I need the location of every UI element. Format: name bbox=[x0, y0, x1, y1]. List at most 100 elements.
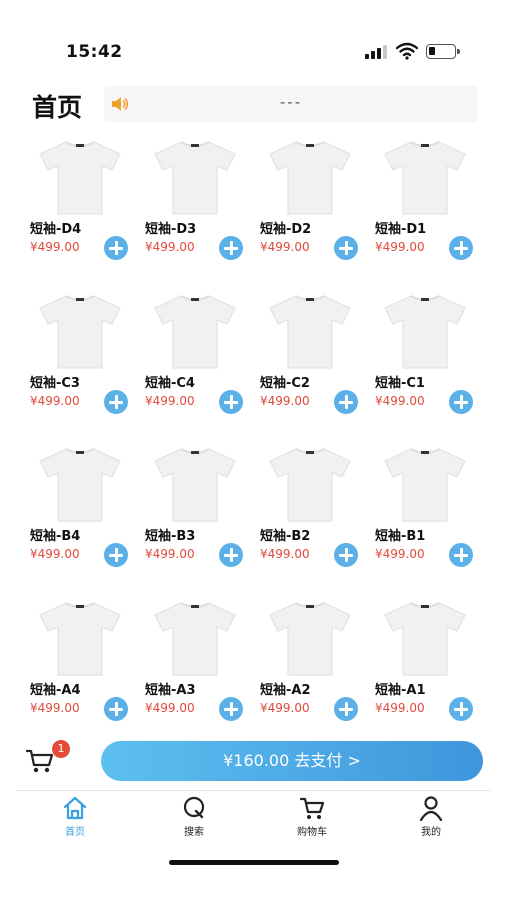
product-card[interactable]: 短袖-D2 ¥499.00 bbox=[260, 132, 375, 282]
product-price: ¥499.00 bbox=[260, 240, 310, 254]
pay-button[interactable]: ¥160.00 去支付 > bbox=[101, 741, 483, 781]
product-card[interactable]: 短袖-A4 ¥499.00 bbox=[30, 593, 145, 743]
product-card[interactable]: 短袖-C1 ¥499.00 bbox=[375, 286, 490, 436]
add-to-cart-button[interactable] bbox=[334, 236, 358, 260]
product-price: ¥499.00 bbox=[375, 394, 425, 408]
cart-icon bbox=[26, 749, 54, 773]
product-name: 短袖-B4 bbox=[30, 529, 81, 544]
tab-search[interactable]: 搜索 bbox=[164, 795, 224, 841]
home-icon bbox=[63, 796, 87, 820]
status-time: 15:42 bbox=[66, 42, 123, 62]
battery-icon bbox=[426, 44, 460, 59]
product-name: 短袖-C2 bbox=[260, 376, 310, 391]
product-price: ¥499.00 bbox=[30, 701, 80, 715]
tshirt-image bbox=[266, 597, 354, 677]
product-price: ¥499.00 bbox=[260, 701, 310, 715]
add-to-cart-button[interactable] bbox=[219, 236, 243, 260]
product-card[interactable]: 短袖-B3 ¥499.00 bbox=[145, 439, 260, 589]
tshirt-image bbox=[266, 443, 354, 523]
search-icon bbox=[183, 796, 205, 819]
product-card[interactable]: 短袖-B1 ¥499.00 bbox=[375, 439, 490, 589]
tshirt-image bbox=[36, 290, 124, 370]
notice-text: --- bbox=[279, 93, 303, 111]
tshirt-image bbox=[151, 136, 239, 216]
cart-badge: 1 bbox=[52, 740, 70, 758]
add-to-cart-button[interactable] bbox=[219, 390, 243, 414]
product-card[interactable]: 短袖-D1 ¥499.00 bbox=[375, 132, 490, 282]
add-to-cart-button[interactable] bbox=[104, 236, 128, 260]
add-to-cart-button[interactable] bbox=[449, 697, 473, 721]
add-to-cart-button[interactable] bbox=[449, 236, 473, 260]
user-icon bbox=[419, 796, 443, 821]
cart-button[interactable]: 1 bbox=[22, 740, 70, 780]
product-price: ¥499.00 bbox=[260, 547, 310, 561]
tab-profile[interactable]: 我的 bbox=[401, 795, 461, 841]
add-to-cart-button[interactable] bbox=[449, 390, 473, 414]
product-name: 短袖-C1 bbox=[375, 376, 425, 391]
tshirt-image bbox=[381, 443, 469, 523]
tab-home[interactable]: 首页 bbox=[45, 795, 105, 841]
add-to-cart-button[interactable] bbox=[334, 543, 358, 567]
tshirt-image bbox=[266, 290, 354, 370]
add-to-cart-button[interactable] bbox=[219, 543, 243, 567]
product-name: 短袖-A2 bbox=[260, 683, 311, 698]
signal-icon bbox=[365, 45, 389, 59]
product-card[interactable]: 短袖-D4 ¥499.00 bbox=[30, 132, 145, 282]
tab-label: 搜索 bbox=[184, 827, 204, 838]
tshirt-image bbox=[36, 443, 124, 523]
product-price: ¥499.00 bbox=[30, 240, 80, 254]
tshirt-image bbox=[381, 136, 469, 216]
product-name: 短袖-D2 bbox=[260, 222, 312, 237]
product-card[interactable]: 短袖-A2 ¥499.00 bbox=[260, 593, 375, 743]
add-to-cart-button[interactable] bbox=[334, 390, 358, 414]
tab-label: 我的 bbox=[421, 827, 441, 838]
product-name: 短袖-C4 bbox=[145, 376, 195, 391]
tshirt-image bbox=[151, 290, 239, 370]
product-card[interactable]: 短袖-A3 ¥499.00 bbox=[145, 593, 260, 743]
tshirt-image bbox=[381, 290, 469, 370]
product-price: ¥499.00 bbox=[375, 701, 425, 715]
add-to-cart-button[interactable] bbox=[104, 697, 128, 721]
product-card[interactable]: 短袖-C3 ¥499.00 bbox=[30, 286, 145, 436]
tshirt-image bbox=[381, 597, 469, 677]
product-card[interactable]: 短袖-A1 ¥499.00 bbox=[375, 593, 490, 743]
tshirt-image bbox=[36, 136, 124, 216]
add-to-cart-button[interactable] bbox=[334, 697, 358, 721]
home-indicator bbox=[169, 860, 339, 865]
product-name: 短袖-C3 bbox=[30, 376, 80, 391]
status-bar: 15:42 bbox=[0, 0, 507, 78]
add-to-cart-button[interactable] bbox=[449, 543, 473, 567]
wifi-icon bbox=[396, 42, 418, 60]
product-card[interactable]: 短袖-B2 ¥499.00 bbox=[260, 439, 375, 589]
product-price: ¥499.00 bbox=[145, 394, 195, 408]
add-to-cart-button[interactable] bbox=[104, 543, 128, 567]
product-name: 短袖-D3 bbox=[145, 222, 197, 237]
product-price: ¥499.00 bbox=[375, 240, 425, 254]
product-price: ¥499.00 bbox=[30, 547, 80, 561]
product-card[interactable]: 短袖-D3 ¥499.00 bbox=[145, 132, 260, 282]
product-name: 短袖-A1 bbox=[375, 683, 426, 698]
tshirt-image bbox=[151, 597, 239, 677]
product-name: 短袖-D4 bbox=[30, 222, 82, 237]
product-price: ¥499.00 bbox=[30, 394, 80, 408]
product-card[interactable]: 短袖-C2 ¥499.00 bbox=[260, 286, 375, 436]
product-price: ¥499.00 bbox=[145, 701, 195, 715]
tab-cart[interactable]: 购物车 bbox=[282, 795, 342, 841]
tshirt-image bbox=[151, 443, 239, 523]
page-title: 首页 bbox=[32, 93, 83, 122]
add-to-cart-button[interactable] bbox=[104, 390, 128, 414]
tab-label: 首页 bbox=[65, 827, 85, 838]
product-name: 短袖-B3 bbox=[145, 529, 196, 544]
tshirt-image bbox=[36, 597, 124, 677]
product-name: 短袖-D1 bbox=[375, 222, 427, 237]
add-to-cart-button[interactable] bbox=[219, 697, 243, 721]
product-card[interactable]: 短袖-C4 ¥499.00 bbox=[145, 286, 260, 436]
notice-bar[interactable]: --- bbox=[104, 86, 478, 122]
product-card[interactable]: 短袖-B4 ¥499.00 bbox=[30, 439, 145, 589]
product-name: 短袖-B1 bbox=[375, 529, 426, 544]
product-price: ¥499.00 bbox=[260, 394, 310, 408]
product-name: 短袖-A3 bbox=[145, 683, 196, 698]
tab-bar: 首页 搜索 购物车 我的 bbox=[16, 790, 491, 840]
product-price: ¥499.00 bbox=[375, 547, 425, 561]
product-price: ¥499.00 bbox=[145, 547, 195, 561]
